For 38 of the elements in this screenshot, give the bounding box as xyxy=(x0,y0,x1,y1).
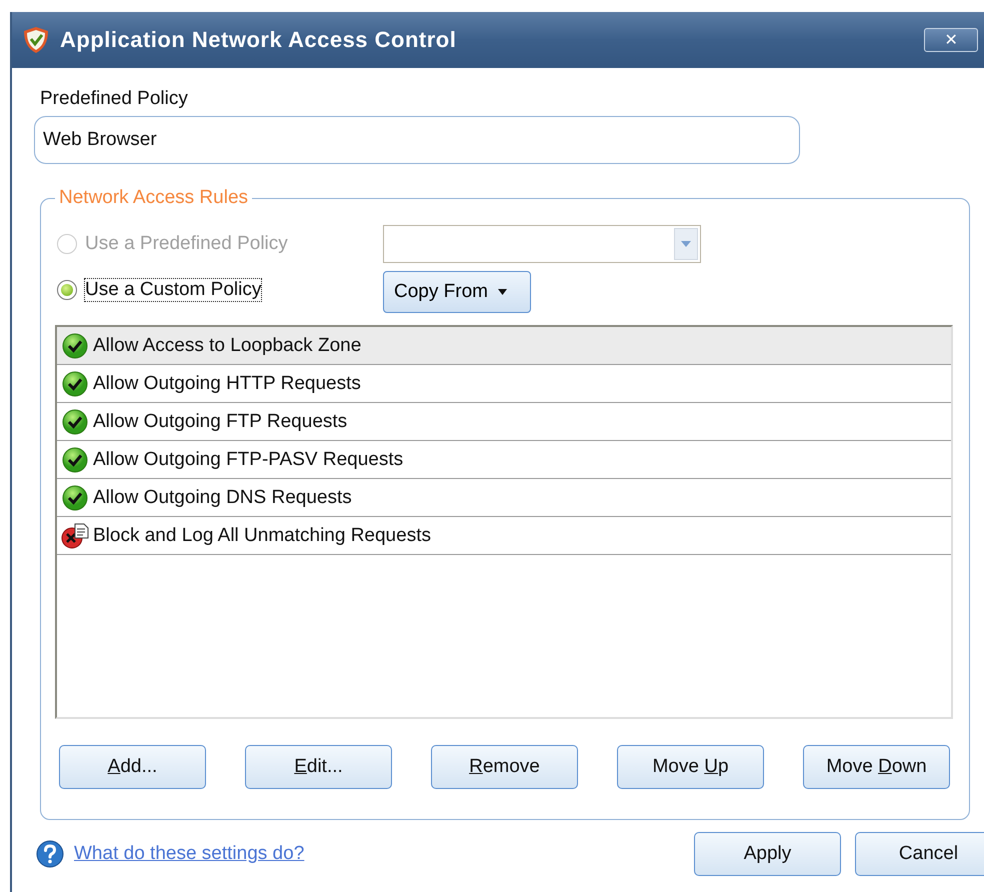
rule-row[interactable]: Allow Outgoing DNS Requests xyxy=(57,479,951,517)
caret-icon xyxy=(498,289,507,295)
rule-row[interactable]: Block and Log All Unmatching Requests xyxy=(57,517,951,555)
rule-row[interactable]: Allow Access to Loopback Zone xyxy=(57,327,951,365)
action-button[interactable]: Edit... xyxy=(245,745,392,789)
rule-row[interactable]: Allow Outgoing FTP Requests xyxy=(57,403,951,441)
policy-name-field[interactable]: Web Browser xyxy=(34,116,800,164)
field-label: Predefined Policy xyxy=(40,88,189,110)
action-button[interactable]: Move Down xyxy=(803,745,950,789)
help-icon[interactable] xyxy=(36,840,64,868)
rule-label: Allow Outgoing HTTP Requests xyxy=(93,372,361,394)
check-circle-icon xyxy=(61,370,89,398)
rule-label: Allow Outgoing DNS Requests xyxy=(93,486,352,508)
dropdown-arrow-icon xyxy=(681,240,691,248)
check-circle-icon xyxy=(61,446,89,474)
help-link[interactable]: What do these settings do? xyxy=(74,843,694,865)
check-circle-icon xyxy=(61,484,89,512)
shield-icon xyxy=(22,25,50,55)
dialog-button[interactable]: Apply xyxy=(694,832,841,876)
window-title: Application Network Access Control xyxy=(60,27,458,53)
rule-label: Allow Outgoing FTP-PASV Requests xyxy=(93,448,404,470)
dialog-button[interactable]: Cancel xyxy=(855,832,984,876)
rule-label: Allow Outgoing FTP Requests xyxy=(93,410,348,432)
radio-button[interactable] xyxy=(57,280,77,300)
check-circle-icon xyxy=(61,408,89,436)
block-log-icon xyxy=(61,522,89,550)
rule-label: Block and Log All Unmatching Requests xyxy=(93,524,431,546)
radio-label: Use a Predefined Policy xyxy=(85,233,288,255)
check-circle-icon xyxy=(61,332,89,360)
rule-label: Allow Access to Loopback Zone xyxy=(93,334,362,356)
action-button[interactable]: Add... xyxy=(59,745,206,789)
rule-row[interactable]: Allow Outgoing FTP-PASV Requests xyxy=(57,441,951,479)
close-button[interactable]: ✕ xyxy=(924,28,978,52)
rule-row[interactable]: Allow Outgoing HTTP Requests xyxy=(57,365,951,403)
copy-from-button[interactable]: Copy From xyxy=(383,271,531,313)
radio-label: Use a Custom Policy xyxy=(85,279,262,301)
action-button[interactable]: Remove xyxy=(431,745,578,789)
action-button[interactable]: Move Up xyxy=(617,745,764,789)
